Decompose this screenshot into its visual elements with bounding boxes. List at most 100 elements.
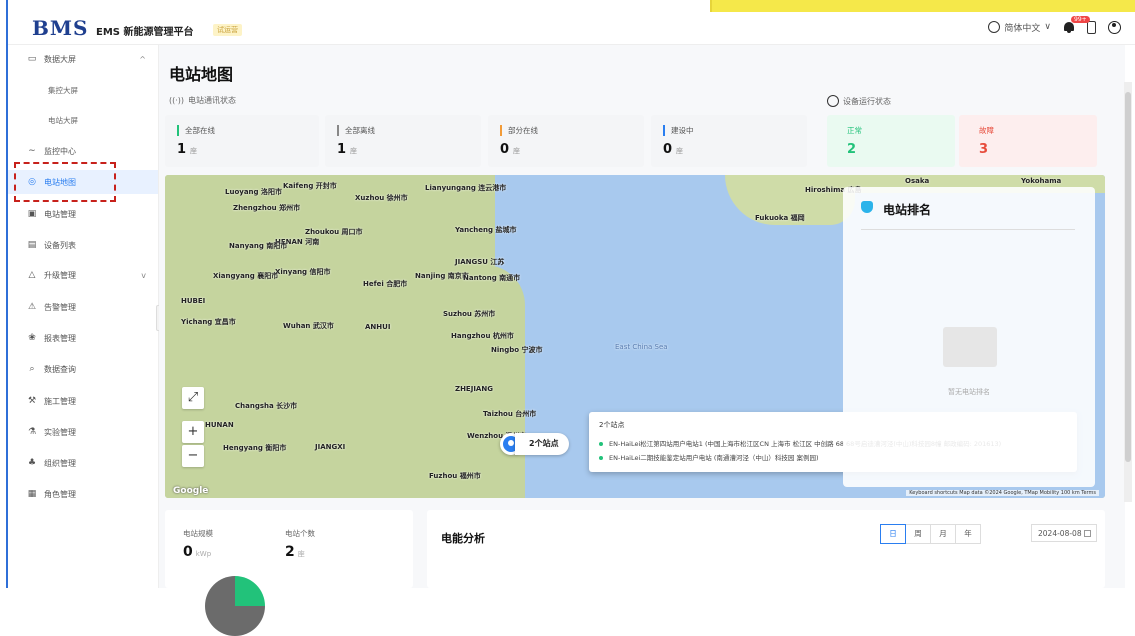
monitor-icon: ▭ [27,54,37,64]
signal-icon: ((·)) [169,96,185,105]
sidebar-item-label: 集控大屏 [48,85,78,95]
map-label: HUBEI [181,297,206,305]
trophy-icon [861,201,873,213]
sidebar-item-label: 数据大屏 [44,54,76,64]
sidebar-item-role-management[interactable]: ▦ 角色管理 [8,482,158,506]
user-avatar-icon[interactable] [1108,20,1121,34]
map-label: Suzhou 苏州市 [443,310,496,318]
sidebar-item-label: 设备列表 [44,240,76,250]
map-label: Zhengzhou 郑州市 [233,204,301,212]
globe-icon [988,21,1001,33]
stat-card-label: 全部离线 [337,125,375,136]
energy-analysis-panel: 电能分析 日 周 月 年 2024-08-08 [427,510,1105,588]
run-card-fault[interactable]: 故障 3 [959,115,1097,167]
tab-day[interactable]: 日 [880,524,906,544]
sidebar-item-monitor-center[interactable]: ∼ 监控中心 [8,139,158,163]
map-label: Yancheng 盐城市 [455,226,517,234]
stat-card-label: 建设中 [663,125,694,136]
station-cluster-label[interactable]: 2个站点 [515,433,569,455]
top-header: BMS EMS 新能源管理平台 试运营 简体中文 ∨ 99+ [8,12,1135,45]
stat-card-value: 0座 [663,142,684,157]
sidebar-item-construction-management[interactable]: ⚒ 施工管理 [8,389,158,413]
stat-card-label: 部分在线 [500,125,538,136]
platform-name: EMS 新能源管理平台 [96,27,194,38]
run-card-normal[interactable]: 正常 2 [827,115,955,167]
ranking-panel: 电站排名 暂无电站排名 [843,187,1095,487]
map-label: Nanyang 南阳市 [229,242,288,250]
station-summary-panel: 电站规模 0 kWp 电站个数 2座 [165,510,413,636]
tab-week[interactable]: 周 [905,524,931,544]
map-label: Luoyang 洛阳市 [225,188,282,196]
sidebar-item-device-list[interactable]: ▤ 设备列表 [8,233,158,257]
map-coast [465,265,525,498]
run-card-value: 3 [979,142,989,157]
run-card-label: 正常 [847,126,862,135]
sidebar-item-label: 实验管理 [44,427,76,437]
scrollbar-thumb[interactable] [1125,92,1131,462]
sidebar-item-org-management[interactable]: ♣ 组织管理 [8,451,158,475]
map-label: HUNAN [205,421,234,429]
logo[interactable]: BMS [32,16,89,40]
highlight-annotation-box [14,162,116,202]
map-label: Kaifeng 开封市 [283,182,337,190]
fullscreen-button[interactable]: ⤢ [182,387,204,409]
calendar-icon [1084,530,1091,537]
date-picker[interactable]: 2024-08-08 [1031,524,1097,542]
run-status-label: 设备运行状态 [843,96,891,106]
tooltip-station-row[interactable]: EN-HaiLei二期技能鉴定站用户电站 (南通漕河泾（中山）科技园 案例园) [599,452,819,462]
sidebar-item-alarm-management[interactable]: ⚠ 告警管理 [8,295,158,319]
tab-month[interactable]: 月 [930,524,956,544]
header-actions: 简体中文 ∨ 99+ [988,16,1121,34]
map-label: East China Sea [615,343,668,351]
map-label: Nanjing 南京市 [415,272,469,280]
period-tabs: 日 周 月 年 [880,524,981,544]
google-logo: Google [173,486,209,496]
map-label: JIANGSU 江苏 [455,258,505,266]
map-label: Ningbo 宁波市 [491,346,543,354]
status-icon [827,95,839,107]
sidebar-item-label: 电站管理 [44,209,76,219]
comm-status-section-label: ((·)) 电站通讯状态 [169,95,236,106]
bell-icon[interactable]: 99+ [1063,16,1090,34]
station-icon: ▣ [27,209,37,219]
stat-card-all-online[interactable]: 全部在线 1座 [165,115,319,167]
count-label: 电站个数 [285,529,315,538]
sidebar-item-upgrade-management[interactable]: △ 升级管理 v [8,263,158,287]
sidebar-item-station-management[interactable]: ▣ 电站管理 [8,202,158,226]
sidebar-item-data-query[interactable]: ⌕ 数据查询 [8,357,158,381]
zoom-in-button[interactable]: + [182,421,204,443]
chevron-down-icon: ∨ [1044,22,1051,32]
construction-icon: ⚒ [27,396,37,406]
count-value: 2座 [285,544,305,560]
map-label: ZHEJIANG [455,385,493,393]
query-icon: ⌕ [29,364,35,374]
language-selector[interactable]: 简体中文 ∨ [988,21,1051,34]
sidebar-item-label: 升级管理 [44,270,76,280]
map-attribution[interactable]: Keyboard shortcuts Map data ©2024 Google… [906,490,1099,496]
stat-card-value: 1座 [337,142,358,157]
stat-card-all-offline[interactable]: 全部离线 1座 [325,115,481,167]
sidebar-item-label: 数据查询 [44,364,76,374]
map-label: Lianyungang 连云港市 [425,184,507,192]
stat-card-under-construction[interactable]: 建设中 0座 [651,115,807,167]
sidebar-item-label: 电站大屏 [48,115,78,125]
zoom-out-button[interactable]: − [182,445,204,467]
scale-label: 电站规模 [183,529,213,538]
version-badge: 试运营 [213,24,242,36]
date-value: 2024-08-08 [1038,529,1082,538]
org-icon: ♣ [27,458,37,468]
map-label: Xiangyang 襄阳市 [213,272,279,280]
sidebar-item-station-screen[interactable]: 电站大屏 [8,108,158,132]
sidebar-item-central-screen[interactable]: 集控大屏 [8,78,158,102]
sidebar-item-data-screen[interactable]: ▭ 数据大屏 ^ [8,47,158,71]
sidebar-item-report-management[interactable]: ❀ 报表管理 [8,326,158,350]
report-icon: ❀ [28,333,36,343]
sidebar-item-label: 告警管理 [44,302,76,312]
sidebar-item-experiment-management[interactable]: ⚗ 实验管理 [8,420,158,444]
tab-year[interactable]: 年 [955,524,981,544]
run-card-value: 2 [847,142,857,157]
stat-card-partial-online[interactable]: 部分在线 0座 [488,115,644,167]
map-label: Fukuoka 福岡 [755,214,805,222]
stat-card-value: 1座 [177,142,198,157]
chevron-down-icon: v [141,270,146,280]
